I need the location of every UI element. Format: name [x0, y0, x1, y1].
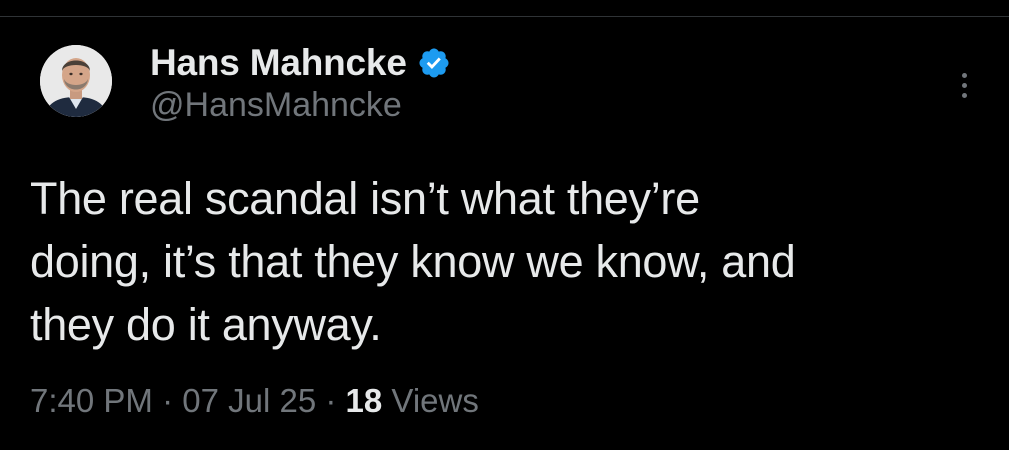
tweet-time[interactable]: 7:40 PM — [30, 382, 153, 419]
author-handle[interactable]: @HansMahncke — [150, 85, 451, 125]
tweet-text: The real scandal isn’t what they’re doin… — [30, 173, 796, 350]
more-options-button[interactable] — [950, 65, 978, 105]
author-info: Hans Mahncke @HansMahncke — [150, 43, 451, 125]
more-vertical-icon-dot — [961, 72, 967, 78]
more-vertical-icon-dot — [961, 82, 967, 88]
meta-separator: · — [162, 382, 174, 419]
views-count[interactable]: 18 — [346, 382, 383, 419]
name-row: Hans Mahncke — [150, 43, 451, 83]
author-display-name[interactable]: Hans Mahncke — [150, 43, 407, 83]
views-label: Views — [391, 382, 479, 419]
verified-badge-icon — [417, 46, 451, 80]
author-avatar[interactable] — [40, 45, 112, 117]
avatar-image — [40, 45, 112, 117]
tweet-meta: 7:40 PM · 07 Jul 25 · 18 Views — [30, 379, 479, 423]
meta-separator: · — [325, 382, 337, 419]
more-vertical-icon-dot — [961, 92, 967, 98]
tweet-card[interactable]: Hans Mahncke @HansMahncke The real scand… — [0, 17, 1009, 450]
tweet-date[interactable]: 07 Jul 25 — [182, 382, 316, 419]
